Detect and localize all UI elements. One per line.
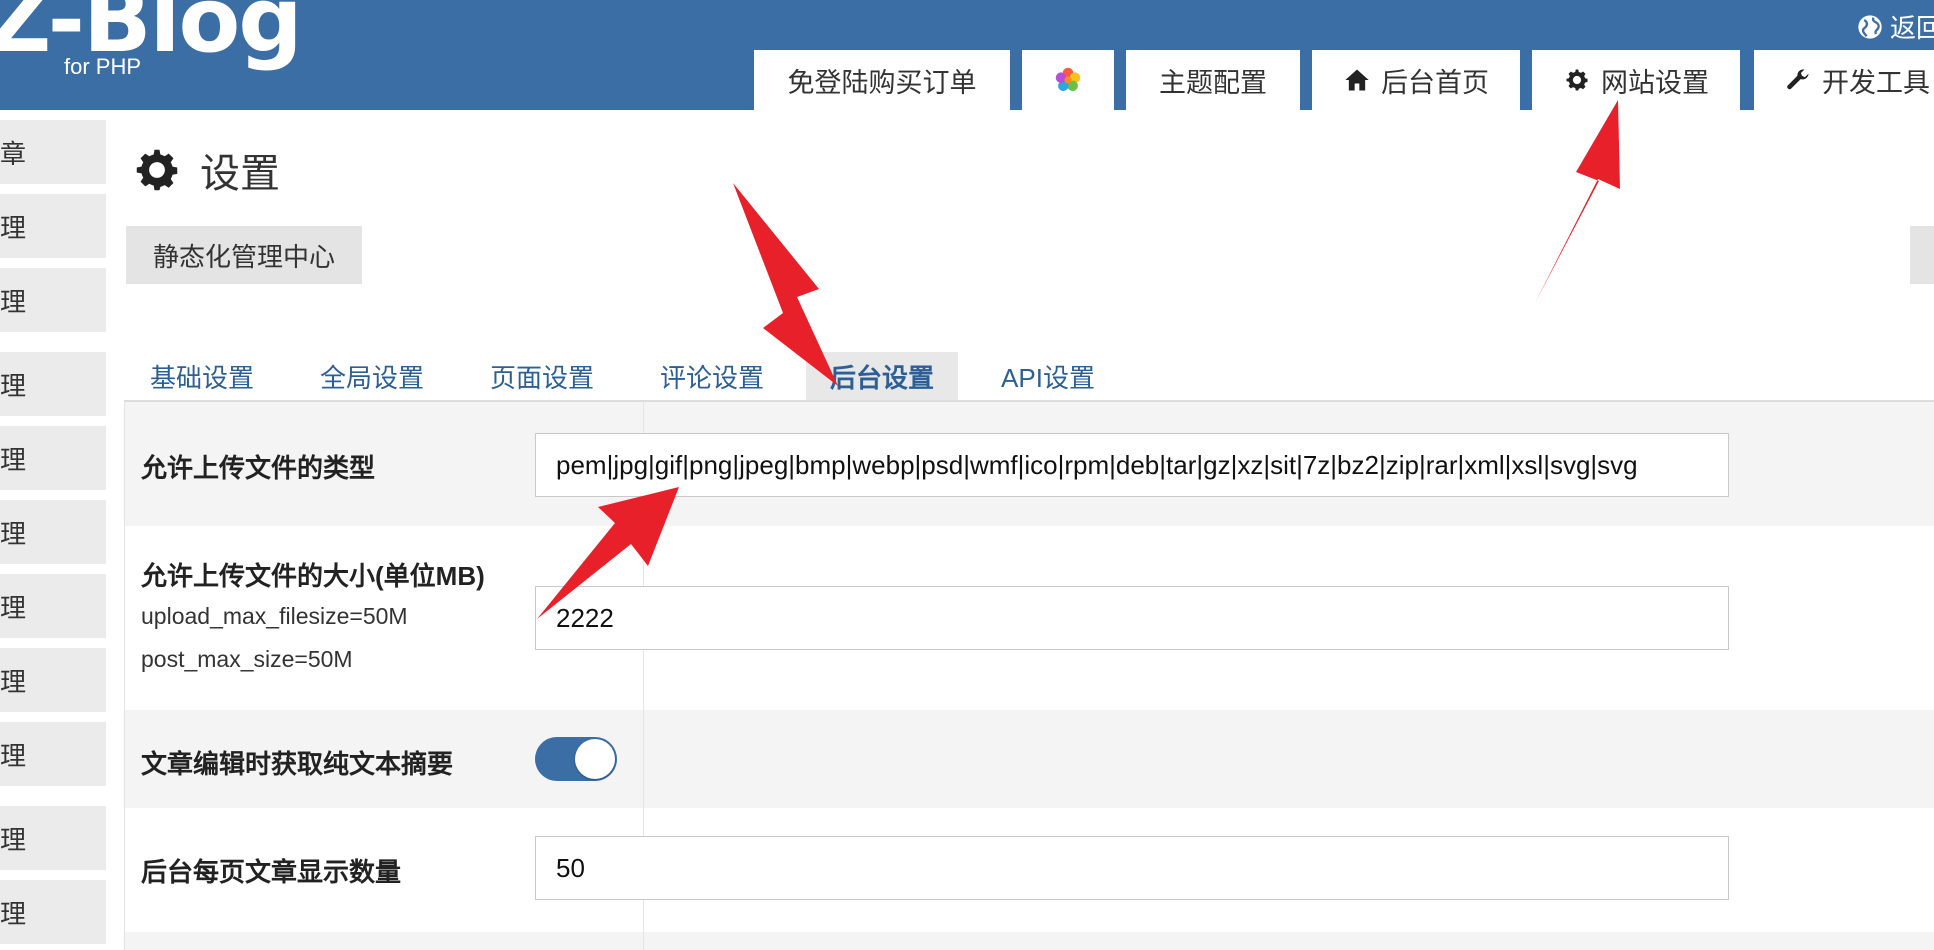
settings-row-plain-summary: 文章编辑时获取纯文本摘要 [124,710,1934,808]
nav-tab-flower[interactable] [1022,50,1114,110]
row-label: 后台每页文章显示数量 [141,857,402,887]
sidebar-item-manage[interactable]: 理 [0,648,106,712]
gear-icon [1566,69,1588,91]
sidebar-item-label: 理 [0,444,27,475]
toggle-knob [575,739,615,779]
sidebar-item-manage[interactable]: 理 [0,880,106,944]
tab-api-settings[interactable]: API设置 [976,352,1120,400]
nav-tab-admin-home[interactable]: 后台首页 [1312,50,1520,110]
sidebar-item-label: 理 [0,370,27,401]
sidebar-item-label: 理 [0,666,27,697]
page-title-text: 设置 [200,152,280,196]
sidebar-item-manage[interactable]: 理 [0,500,106,564]
sidebar-item-label: 理 [0,898,27,929]
wrench-icon [1787,69,1809,90]
sidebar-item-manage[interactable]: 理 [0,352,106,416]
sidebar-item-manage[interactable]: 理 [0,268,106,332]
globe-icon [1858,14,1882,39]
nav-tab-theme-config[interactable]: 主题配置 [1126,50,1300,110]
tab-page-settings[interactable]: 页面设置 [470,352,614,400]
nav-tab-label: 后台首页 [1381,67,1489,98]
home-icon [1345,69,1369,91]
sidebar-item-manage[interactable]: 理 [0,426,106,490]
sidebar-item-label: 理 [0,212,27,243]
row-note: upload_max_filesize=50M [141,603,408,629]
page-title: 设置 [130,138,280,202]
posts-per-page-input[interactable] [535,836,1729,900]
logo[interactable]: Z-Blog [0,0,303,66]
top-header: Z-Blog for PHP 返回 免登陆购买订单 主题配置 后台首页 网站设置… [0,0,1934,110]
sidebar-item-manage[interactable]: 理 [0,722,106,786]
return-link-label: 返回 [1890,13,1934,43]
arrow-to-site-settings [1535,100,1620,303]
upload-types-input[interactable] [535,433,1729,497]
nav-tab-label: 免登陆购买订单 [787,67,977,98]
sidebar-item-label: 理 [0,740,27,771]
nav-tab-label: 主题配置 [1159,67,1267,98]
sidebar-item-manage[interactable]: 理 [0,194,106,258]
sidebar-item-manage[interactable]: 理 [0,806,106,870]
static-management-button[interactable]: 静态化管理中心 [126,226,362,284]
row-label: 允许上传文件的大小(单位MB) [141,561,485,591]
settings-row-next [124,932,1934,950]
sidebar-item-manage[interactable]: 理 [0,574,106,638]
tab-comment-settings[interactable]: 评论设置 [640,352,784,400]
edge-button[interactable] [1910,226,1934,284]
sidebar-item-label: 理 [0,286,27,317]
return-link[interactable]: 返回 [1856,8,1934,45]
nav-tab-label: 开发工具 [1822,67,1930,98]
tab-basic-settings[interactable]: 基础设置 [130,352,274,400]
tab-admin-settings[interactable]: 后台设置 [806,352,958,400]
sidebar-item-articles[interactable]: 章 [0,120,106,184]
gear-icon [136,149,178,191]
nav-tab-dev-tools[interactable]: 开发工具 [1754,50,1934,110]
sidebar-item-label: 章 [0,138,27,169]
sidebar-item-label: 理 [0,518,27,549]
row-label: 允许上传文件的类型 [141,453,376,483]
row-label: 文章编辑时获取纯文本摘要 [141,749,454,779]
row-note: post_max_size=50M [141,646,353,672]
sidebar-item-label: 理 [0,824,27,855]
tab-global-settings[interactable]: 全局设置 [300,352,444,400]
logo-subtitle: for PHP [64,54,142,79]
nav-tab-site-settings[interactable]: 网站设置 [1532,50,1740,110]
nav-tab-label: 网站设置 [1601,67,1709,98]
upload-size-input[interactable] [535,586,1729,650]
colorful-flower-icon [1055,67,1081,92]
sidebar-item-label: 理 [0,592,27,623]
plain-summary-toggle[interactable] [535,737,617,781]
nav-tab-order[interactable]: 免登陆购买订单 [754,50,1010,110]
